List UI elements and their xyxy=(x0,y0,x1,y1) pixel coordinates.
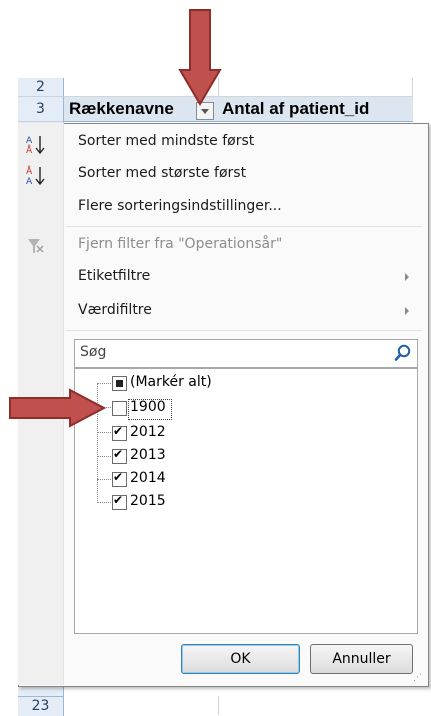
year-1900-checkbox[interactable] xyxy=(112,401,127,416)
tree-line xyxy=(97,479,113,480)
svg-text:Å: Å xyxy=(26,144,33,156)
select-all-checkbox[interactable] xyxy=(112,376,127,391)
clear-filter-item[interactable]: Fjern filter fra "Operationsår" xyxy=(78,236,282,252)
svg-text:Å: Å xyxy=(26,165,33,177)
submenu-arrow-icon xyxy=(405,307,409,315)
gridline xyxy=(218,696,219,715)
row-labels-header[interactable]: Rækkenavne xyxy=(69,99,174,119)
year-2015-checkbox[interactable] xyxy=(112,493,127,510)
year-2013-checkbox[interactable] xyxy=(112,447,127,464)
year-2012-label[interactable]: 2012 xyxy=(130,424,166,440)
resize-grip-icon[interactable]: ⋰ xyxy=(413,673,422,683)
search-placeholder: Søg xyxy=(80,344,107,360)
year-2015-label[interactable]: 2015 xyxy=(130,493,166,509)
more-sort-options-item[interactable]: Flere sorteringsindstillinger... xyxy=(78,198,282,214)
menu-separator xyxy=(66,330,422,331)
year-2014-label[interactable]: 2014 xyxy=(130,470,166,486)
search-icon[interactable] xyxy=(393,343,413,363)
row-header-23[interactable]: 23 xyxy=(18,696,64,716)
select-all-label[interactable]: (Markér alt) xyxy=(130,374,212,390)
sort-descending-icon: Å A xyxy=(26,165,45,187)
year-1900-label[interactable]: 1900 xyxy=(130,399,166,415)
clear-filter-icon xyxy=(28,239,44,253)
gridline xyxy=(412,78,413,97)
row-header-3[interactable]: 3 xyxy=(18,97,64,122)
sort-ascending-icon: A Å xyxy=(26,136,45,156)
label-filters-item[interactable]: Etiketfiltre xyxy=(78,268,150,284)
svg-text:A: A xyxy=(26,177,33,187)
tree-line xyxy=(97,383,113,384)
svg-text:A: A xyxy=(26,136,33,146)
search-input[interactable] xyxy=(74,339,418,368)
row-header-2[interactable]: 2 xyxy=(18,78,64,97)
tree-line xyxy=(97,432,113,433)
ok-button[interactable]: OK xyxy=(181,644,300,674)
submenu-arrow-icon xyxy=(405,273,409,281)
sort-ascending-item[interactable]: Sorter med mindste først xyxy=(78,133,254,149)
tree-line xyxy=(97,456,113,457)
count-header[interactable]: Antal af patient_id xyxy=(222,99,369,119)
value-filters-item[interactable]: Værdifiltre xyxy=(78,302,152,318)
year-2014-checkbox[interactable] xyxy=(112,470,127,487)
down-arrow-annotation-icon xyxy=(178,9,222,106)
right-arrow-annotation-icon xyxy=(9,388,107,428)
sort-descending-item[interactable]: Sorter med største først xyxy=(78,165,246,181)
tree-line xyxy=(97,502,113,503)
year-2013-label[interactable]: 2013 xyxy=(130,447,166,463)
cancel-button[interactable]: Annuller xyxy=(310,644,413,674)
menu-separator xyxy=(66,226,422,227)
year-2012-checkbox[interactable] xyxy=(112,424,127,441)
